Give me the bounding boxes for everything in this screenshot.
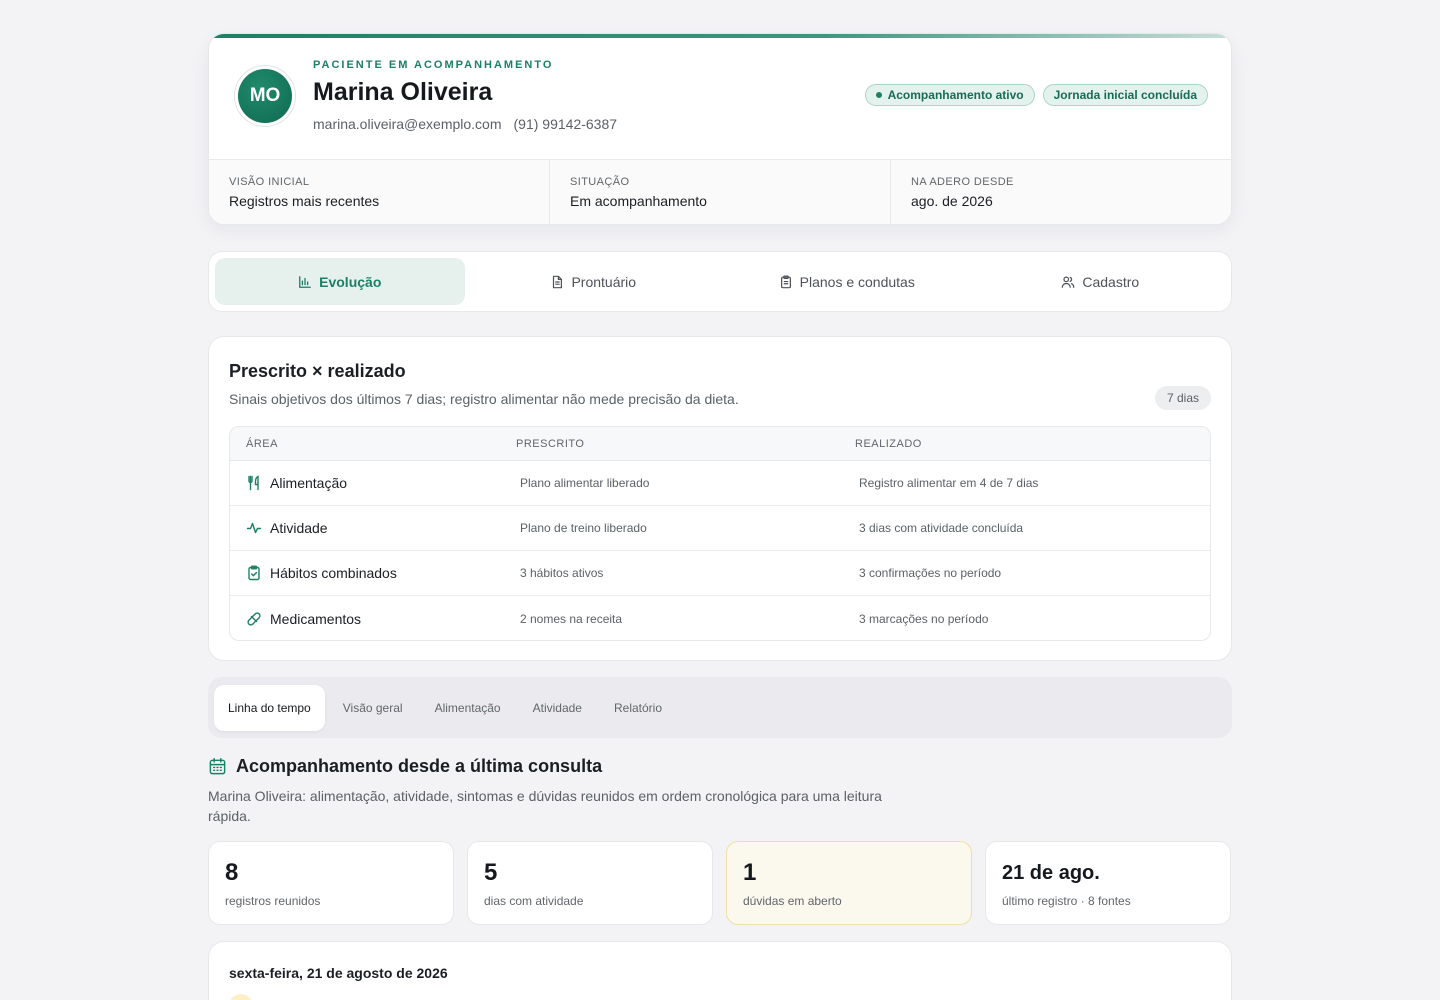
- row-done: 3 confirmações no período: [859, 566, 1002, 580]
- patient-meta-row: VISÃO INICIAL Registros mais recentes SI…: [209, 159, 1231, 224]
- table-header: ÁREA PRESCRITO REALIZADO: [230, 427, 1210, 461]
- meta-initial-view: VISÃO INICIAL Registros mais recentes: [209, 160, 550, 224]
- file-icon: [553, 275, 563, 288]
- stat-records: 8 registros reunidos: [208, 841, 454, 925]
- tab-visao-geral[interactable]: Visão geral: [329, 685, 417, 731]
- tab-linha-do-tempo[interactable]: Linha do tempo: [214, 684, 325, 731]
- meta-since: NA ADERO DESDE ago. de 2026: [911, 176, 1014, 209]
- card-subtitle: Sinais objetivos dos últimos 7 dias; reg…: [229, 391, 739, 407]
- prescribed-table: ÁREA PRESCRITO REALIZADO Alimentação Pla…: [229, 426, 1211, 641]
- sub-tabs: Linha do tempo Visão geral Alimentação A…: [208, 677, 1232, 738]
- status-badge-active: Acompanhamento ativo: [864, 84, 1035, 106]
- patient-name: Marina Oliveira: [313, 78, 493, 106]
- main-tabs: Evolução Prontuário Planos e condutas Ca…: [208, 251, 1232, 312]
- tab-evolucao[interactable]: Evolução: [215, 258, 465, 305]
- utensils-icon: [248, 475, 259, 491]
- row-prescribed: Plano de treino liberado: [520, 521, 647, 535]
- timeline-day: sexta-feira, 21 de agosto de 2026: [229, 965, 448, 981]
- status-badge-journey: Jornada inicial concluída: [1042, 84, 1208, 106]
- table-row: Hábitos combinados 3 hábitos ativos 3 co…: [230, 551, 1210, 596]
- patient-eyebrow: PACIENTE EM ACOMPANHAMENTO: [313, 59, 554, 71]
- patient-phone[interactable]: (91) 99142-6387: [514, 116, 618, 132]
- table-row: Alimentação Plano alimentar liberado Reg…: [230, 461, 1210, 506]
- row-area: Medicamentos: [270, 610, 362, 627]
- status-dot-icon: [875, 92, 882, 98]
- row-prescribed: 2 nomes na receita: [520, 611, 623, 626]
- bar-chart-icon: [299, 275, 312, 288]
- calendar-icon: [209, 757, 226, 775]
- tab-atividade[interactable]: Atividade: [519, 685, 596, 731]
- row-area: Atividade: [270, 520, 328, 536]
- activity-icon: [246, 522, 262, 534]
- avatar: MO: [234, 65, 296, 127]
- period-badge: 7 dias: [1154, 386, 1211, 410]
- row-done: 3 marcações no período: [859, 611, 989, 626]
- avatar-initials: MO: [238, 69, 292, 123]
- patient-email[interactable]: marina.oliveira@exemplo.com: [313, 116, 502, 132]
- table-row: Medicamentos 2 nomes na receita 3 marcaç…: [230, 596, 1210, 640]
- card-title: Prescrito × realizado: [229, 361, 406, 381]
- header-prescribed: PRESCRITO: [516, 437, 585, 450]
- stats-row: 8 registros reunidos 5 dias com atividad…: [208, 841, 1232, 925]
- row-prescribed: Plano alimentar liberado: [520, 476, 650, 490]
- clipboard-check-icon: [248, 565, 260, 581]
- patient-contacts: marina.oliveira@exemplo.com (91) 99142-6…: [313, 116, 617, 132]
- tab-alimentacao[interactable]: Alimentação: [421, 685, 515, 731]
- prescribed-vs-done-card: Prescrito × realizado Sinais objetivos d…: [208, 336, 1232, 661]
- patient-card: MO PACIENTE EM ACOMPANHAMENTO Marina Oli…: [208, 33, 1232, 225]
- section-title: Acompanhamento desde a última consulta: [208, 756, 1232, 777]
- tab-prontuario[interactable]: Prontuário: [469, 258, 719, 305]
- tab-planos[interactable]: Planos e condutas: [722, 258, 972, 305]
- row-area: Hábitos combinados: [270, 565, 397, 581]
- row-area: Alimentação: [270, 475, 348, 491]
- meta-situation: SITUAÇÃO Em acompanhamento: [550, 160, 891, 224]
- row-done: 3 dias com atividade concluída: [859, 521, 1024, 535]
- timeline-day-card: sexta-feira, 21 de agosto de 2026: [208, 941, 1232, 1000]
- row-prescribed: 3 hábitos ativos: [520, 566, 604, 580]
- status-badges: Acompanhamento ativo Jornada inicial con…: [864, 84, 1208, 106]
- timeline-entry-icon: [229, 994, 253, 1000]
- header-area: ÁREA: [246, 437, 278, 450]
- tab-relatorio[interactable]: Relatório: [600, 685, 676, 731]
- users-icon: [1062, 275, 1075, 288]
- pill-icon: [247, 611, 261, 626]
- tab-cadastro[interactable]: Cadastro: [976, 258, 1226, 305]
- stat-activity-days: 5 dias com atividade: [467, 841, 713, 925]
- table-row: Atividade Plano de treino liberado 3 dia…: [230, 506, 1210, 551]
- accent-bar: [209, 34, 1231, 38]
- section-description: Marina Oliveira: alimentação, atividade,…: [208, 788, 882, 824]
- row-done: Registro alimentar em 4 de 7 dias: [859, 476, 1039, 490]
- stat-last-record: 21 de ago. último registro · 8 fontes: [985, 841, 1231, 925]
- clipboard-icon: [780, 274, 791, 288]
- header-done: REALIZADO: [855, 437, 922, 450]
- stat-open-questions: 1 dúvidas em aberto: [726, 841, 972, 925]
